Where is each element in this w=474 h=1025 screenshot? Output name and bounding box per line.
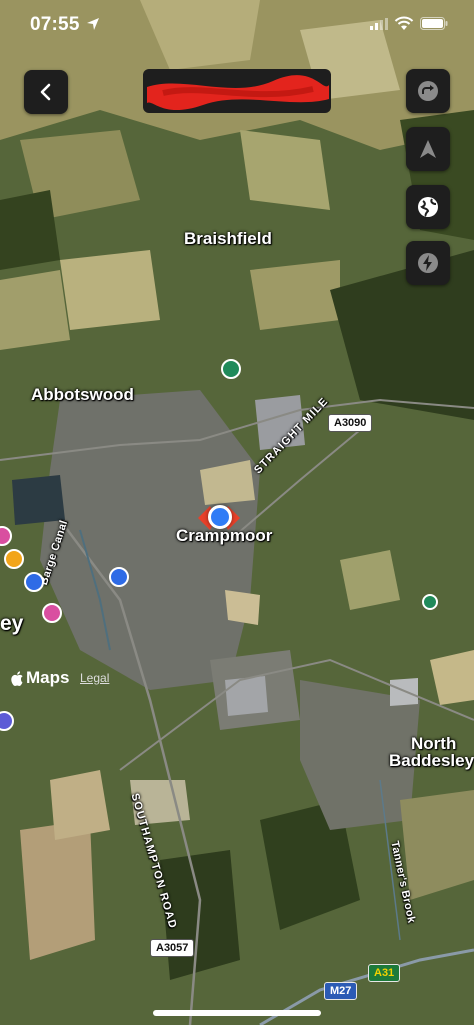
map-screen: 07:55 Braishfield Abbotswood Crampmoor N… [0,0,474,1025]
road-shield-a31: A31 [368,964,401,982]
share-route-button[interactable] [406,69,450,113]
maps-logo: Maps [11,668,69,688]
place-label-abbotswood[interactable]: Abbotswood [31,385,134,405]
road-shield-a3057: A3057 [150,939,195,957]
maps-brand-text: Maps [26,668,70,687]
legal-link[interactable]: Legal [80,671,109,685]
location-services-icon [87,18,99,30]
transit-poi-icon[interactable] [109,567,129,587]
shop-poi-icon[interactable] [42,603,62,623]
park-poi-icon[interactable] [221,359,241,379]
place-label-baddesley[interactable]: Baddesley [389,751,474,771]
place-label-romsey-partial[interactable]: ey [0,612,23,636]
wifi-icon [394,16,414,30]
chevron-left-icon [40,83,51,101]
restaurant-poi-icon[interactable] [4,549,24,569]
apple-logo-icon [11,670,23,686]
redaction-scribble [147,75,329,111]
navigation-arrow-icon [420,140,436,158]
redo-arrow-icon [418,81,438,101]
road-shield-m27: M27 [324,982,358,1000]
back-button[interactable] [24,70,68,114]
navigate-button[interactable] [406,127,450,171]
home-indicator[interactable] [153,1010,321,1016]
bus-station-poi-icon[interactable] [24,572,44,592]
lightning-icon [418,253,438,273]
redacted-title [143,69,331,113]
globe-icon [418,197,438,217]
user-location-dot[interactable] [208,505,232,529]
cellular-signal-icon [370,18,388,30]
nature-poi-icon[interactable] [422,594,438,610]
map-type-button[interactable] [406,185,450,229]
quick-actions-button[interactable] [406,241,450,285]
road-shield-a3090: A3090 [328,414,373,432]
status-bar: 07:55 [0,0,474,50]
battery-icon [420,17,448,30]
status-time: 07:55 [30,14,80,35]
place-label-braishfield[interactable]: Braishfield [184,229,272,249]
